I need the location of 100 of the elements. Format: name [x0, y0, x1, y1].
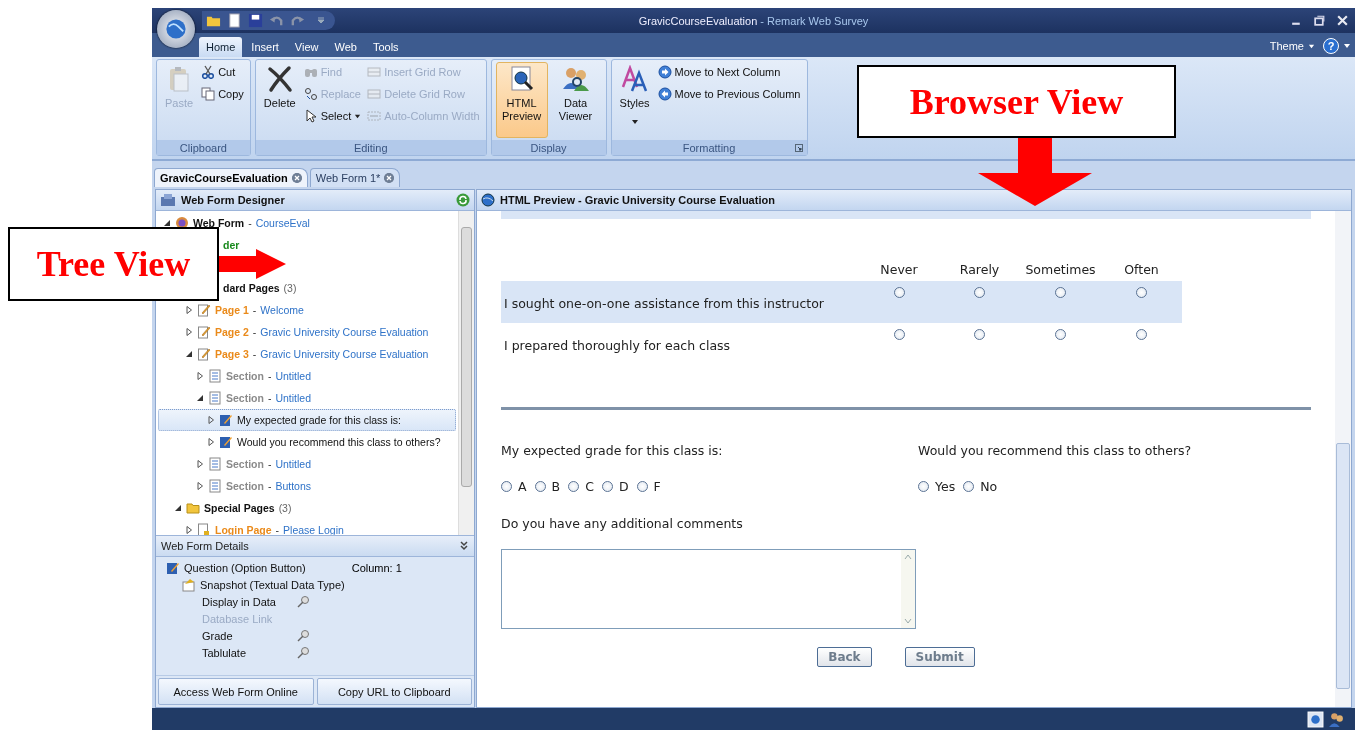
option-label: No: [980, 479, 998, 494]
ribbon-button[interactable]: HTML Preview: [495, 62, 548, 138]
ribbon-button[interactable]: Styles: [615, 62, 654, 138]
tree-item[interactable]: Would you recommend this class to others?: [158, 431, 456, 453]
ribbon-tab[interactable]: Insert: [244, 37, 286, 57]
callout-label: Tree View: [8, 227, 219, 301]
expand-icon[interactable]: [196, 460, 204, 468]
tree-item[interactable]: der: [222, 234, 241, 256]
radio-button[interactable]: [534, 481, 546, 492]
form-button[interactable]: Back: [817, 647, 872, 667]
tree-item[interactable]: Special Pages (3): [158, 497, 456, 519]
radio-button[interactable]: [636, 481, 648, 492]
radio-button[interactable]: [918, 481, 929, 492]
tree-item[interactable]: Page 3 - Gravic University Course Evaluation: [158, 343, 456, 365]
new-document-icon[interactable]: [227, 13, 242, 28]
item-count: (3): [278, 502, 292, 514]
ribbon-button[interactable]: Data Viewer: [549, 62, 602, 138]
panel-button[interactable]: Access Web Form Online: [158, 678, 314, 705]
tree-item[interactable]: Page 2 - Gravic University Course Evaluation: [158, 321, 456, 343]
caret-icon[interactable]: [1343, 42, 1351, 50]
tree-node-title: Gravic University Course Evaluation: [260, 326, 429, 338]
tree-node-name: Page 2: [215, 326, 249, 338]
expand-icon[interactable]: [196, 372, 204, 380]
preview-icon[interactable]: [1307, 710, 1324, 728]
column-header: Never: [879, 262, 919, 279]
question-pencil-icon: [219, 435, 233, 449]
restore-icon[interactable]: [1313, 14, 1326, 27]
tree-item[interactable]: My expected grade for this class is:: [158, 409, 456, 431]
customize-caret-icon[interactable]: [317, 16, 325, 25]
expand-icon[interactable]: [196, 482, 204, 490]
ribbon-tab[interactable]: Web: [327, 37, 364, 57]
panel-button[interactable]: Copy URL to Clipboard: [316, 678, 472, 705]
option-label: C: [585, 479, 594, 494]
people-icon[interactable]: [1328, 710, 1345, 728]
ribbon-button[interactable]: Move to Previous Column: [655, 86, 803, 102]
tree-item[interactable]: Page 1 - Welcome: [158, 299, 456, 321]
question-text: Would you recommend this class to others?: [918, 443, 1192, 458]
radio-button[interactable]: [974, 329, 985, 340]
tree-node-name: dard Pages: [223, 282, 280, 294]
designer-icon: [160, 192, 176, 208]
collapse-icon[interactable]: [185, 350, 193, 358]
ribbon-tab[interactable]: View: [287, 37, 326, 57]
detail-label: Question (Option Button): [184, 562, 306, 574]
scrollbar[interactable]: [458, 211, 474, 535]
tree-item[interactable]: Section - Untitled: [158, 365, 456, 387]
option-label: A: [518, 479, 527, 494]
expand-icon[interactable]: [207, 416, 215, 424]
theme-menu[interactable]: Theme: [1265, 40, 1319, 52]
collapse-icon[interactable]: [459, 541, 469, 551]
expand-icon[interactable]: [207, 438, 215, 446]
copy-icon: [201, 87, 216, 101]
radio-button[interactable]: [1136, 329, 1147, 340]
replace-icon: [303, 87, 318, 101]
ribbon-button[interactable]: Copy: [199, 86, 246, 102]
ribbon-button[interactable]: Move to Next Column: [655, 64, 803, 80]
separator-text: -: [267, 370, 272, 382]
radio-button[interactable]: [1136, 287, 1147, 298]
section-icon: [208, 457, 222, 471]
radio-button[interactable]: [974, 287, 985, 298]
ribbon-button[interactable]: Cut: [199, 64, 246, 80]
radio-button[interactable]: [963, 481, 975, 492]
collapse-icon[interactable]: [174, 504, 182, 512]
ribbon-tab[interactable]: Home: [199, 37, 243, 57]
ribbon-tab[interactable]: Tools: [365, 37, 406, 57]
help-icon[interactable]: ?: [1323, 38, 1339, 54]
tree-item[interactable]: Section - Untitled: [158, 387, 456, 409]
column-header: Rarely: [958, 262, 1001, 279]
radio-button[interactable]: [568, 481, 580, 492]
document-tab[interactable]: Web Form 1*: [309, 168, 401, 187]
scissors-icon: [201, 65, 216, 79]
radio-button[interactable]: [601, 481, 613, 492]
grid-row-icon: [367, 87, 382, 101]
radio-button[interactable]: [1055, 287, 1066, 298]
expand-icon[interactable]: [185, 306, 193, 314]
tree-node-title: Untitled: [275, 392, 312, 404]
radio-button[interactable]: [893, 287, 905, 298]
styles-icon: [620, 65, 649, 93]
document-tab[interactable]: GravicCourseEvaluation: [154, 168, 308, 187]
separator-text: -: [267, 392, 272, 404]
refresh-icon[interactable]: [456, 193, 470, 207]
form-button[interactable]: Submit: [904, 647, 975, 667]
group-label: Display: [530, 141, 567, 154]
ribbon-button[interactable]: Delete: [259, 62, 300, 138]
scrollbar[interactable]: [1335, 211, 1351, 707]
tree-item[interactable]: Section - Buttons: [158, 475, 456, 497]
radio-button[interactable]: [893, 329, 905, 340]
expand-icon[interactable]: [185, 328, 193, 336]
tree-item[interactable]: Section - Untitled: [158, 453, 456, 475]
expand-icon[interactable]: [185, 526, 193, 534]
column-header: Sometimes: [1024, 262, 1097, 279]
dialog-launcher-icon[interactable]: [794, 143, 803, 152]
tree-node-title: CourseEval: [255, 217, 310, 229]
close-icon[interactable]: [1336, 14, 1349, 27]
radio-button[interactable]: [501, 481, 512, 492]
save-icon[interactable]: [248, 13, 263, 28]
collapse-icon[interactable]: [196, 394, 204, 402]
radio-button[interactable]: [1055, 329, 1066, 340]
ribbon-button[interactable]: Select: [301, 108, 364, 124]
tree-item[interactable]: dard Pages (3): [222, 277, 298, 299]
tree-node-name: Page 3: [215, 348, 249, 360]
